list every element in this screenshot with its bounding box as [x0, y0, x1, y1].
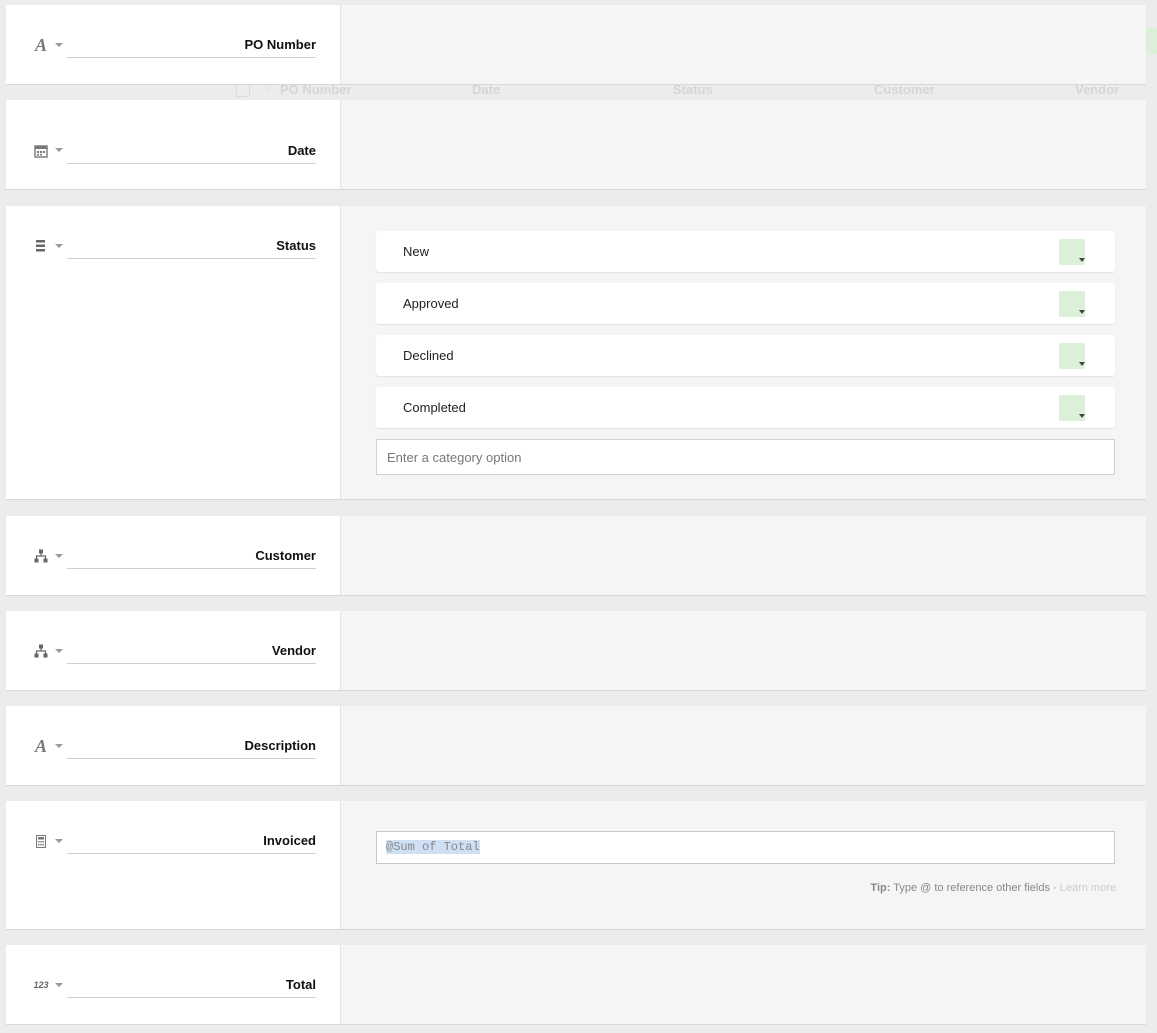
- field-options-date: [341, 100, 1146, 189]
- field-row-total: 123 Total: [6, 945, 1146, 1024]
- field-settings-po-number: A PO Number: [6, 5, 341, 84]
- category-option-declined[interactable]: Declined: [376, 335, 1115, 376]
- field-row-invoiced: Invoiced @Sum of Total Tip: Type @ to re…: [6, 801, 1146, 929]
- chevron-down-icon: [1079, 414, 1085, 418]
- chevron-down-icon[interactable]: [55, 839, 63, 843]
- chevron-down-icon[interactable]: [55, 148, 63, 152]
- chevron-down-icon[interactable]: [55, 554, 63, 558]
- field-settings-status: Status: [6, 206, 341, 499]
- background-col-vendor: Vendor: [1075, 82, 1120, 97]
- background-col-customer: Customer: [874, 82, 935, 97]
- category-option-approved[interactable]: Approved: [376, 283, 1115, 324]
- field-name-input-vendor[interactable]: Vendor: [67, 642, 316, 664]
- field-settings-invoiced: Invoiced: [6, 801, 341, 929]
- formula-tip: Tip: Type @ to reference other fields · …: [870, 882, 1116, 894]
- category-option-completed[interactable]: Completed: [376, 387, 1115, 428]
- field-options-description: [341, 706, 1146, 785]
- field-options-total: [341, 945, 1146, 1024]
- calculator-icon[interactable]: [32, 832, 50, 850]
- field-row-po-number: A PO Number: [6, 5, 1146, 84]
- field-row-date: Date: [6, 100, 1146, 189]
- chevron-down-icon: [1079, 258, 1085, 262]
- field-name-input-po-number[interactable]: PO Number: [67, 36, 316, 58]
- field-row-customer: Customer: [6, 516, 1146, 595]
- formula-text[interactable]: @Sum of Total: [386, 840, 480, 854]
- chevron-down-icon[interactable]: [55, 244, 63, 248]
- background-col-status: Status: [673, 82, 713, 97]
- chevron-down-icon[interactable]: [55, 43, 63, 47]
- option-color-picker[interactable]: [1059, 395, 1085, 421]
- category-option-label[interactable]: Completed: [403, 400, 466, 415]
- field-name-input-status[interactable]: Status: [67, 237, 316, 259]
- field-settings-description: A Description: [6, 706, 341, 785]
- background-select-all-checkbox: [236, 83, 250, 97]
- chevron-down-icon[interactable]: [55, 744, 63, 748]
- formula-input[interactable]: @Sum of Total: [376, 831, 1115, 864]
- text-type-icon[interactable]: A: [32, 736, 50, 756]
- field-row-description: A Description: [6, 706, 1146, 785]
- field-settings-total: 123 Total: [6, 945, 341, 1024]
- background-caret-icon: ‹: [266, 83, 270, 94]
- field-row-status: Status New Approved Declined Completed: [6, 206, 1146, 499]
- background-col-po-number: PO Number: [280, 82, 352, 97]
- tip-label: Tip:: [870, 882, 891, 894]
- field-name-input-invoiced[interactable]: Invoiced: [67, 832, 316, 854]
- field-name-input-description[interactable]: Description: [67, 737, 316, 759]
- chevron-down-icon[interactable]: [55, 649, 63, 653]
- link-hierarchy-icon[interactable]: [32, 547, 50, 565]
- field-name-input-customer[interactable]: Customer: [67, 547, 316, 569]
- field-options-vendor: [341, 611, 1146, 690]
- category-option-label[interactable]: New: [403, 244, 429, 259]
- field-settings-date: Date: [6, 100, 341, 189]
- category-option-label[interactable]: Approved: [403, 296, 459, 311]
- field-settings-vendor: Vendor: [6, 611, 341, 690]
- link-hierarchy-icon[interactable]: [32, 642, 50, 660]
- field-options-status: New Approved Declined Completed: [341, 206, 1146, 499]
- chevron-down-icon: [1079, 362, 1085, 366]
- category-list-icon[interactable]: [32, 237, 50, 255]
- field-name-input-total[interactable]: Total: [67, 976, 316, 998]
- tip-text: Type @ to reference other fields ·: [893, 882, 1057, 894]
- field-options-invoiced: @Sum of Total Tip: Type @ to reference o…: [341, 801, 1146, 929]
- field-options-customer: [341, 516, 1146, 595]
- chevron-down-icon[interactable]: [55, 983, 63, 987]
- option-color-picker[interactable]: [1059, 343, 1085, 369]
- category-option-label[interactable]: Declined: [403, 348, 454, 363]
- learn-more-link[interactable]: Learn more: [1060, 882, 1116, 894]
- field-name-input-date[interactable]: Date: [67, 142, 316, 164]
- option-color-picker[interactable]: [1059, 291, 1085, 317]
- number-type-icon[interactable]: 123: [32, 976, 50, 994]
- add-category-option-input[interactable]: [376, 439, 1115, 475]
- text-type-icon[interactable]: A: [32, 35, 50, 55]
- background-col-date: Date: [472, 82, 501, 97]
- field-options-po-number: [341, 5, 1146, 84]
- field-row-vendor: Vendor: [6, 611, 1146, 690]
- field-settings-customer: Customer: [6, 516, 341, 595]
- chevron-down-icon: [1079, 310, 1085, 314]
- background-green-tab: [1146, 28, 1157, 54]
- calendar-icon[interactable]: [32, 142, 50, 160]
- option-color-picker[interactable]: [1059, 239, 1085, 265]
- category-option-new[interactable]: New: [376, 231, 1115, 272]
